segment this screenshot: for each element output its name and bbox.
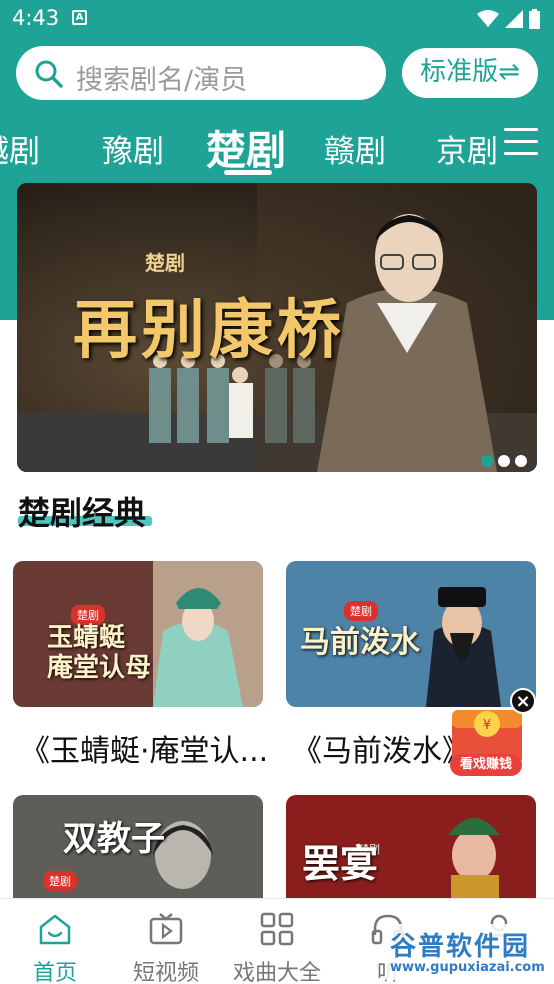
- banner-carousel[interactable]: 楚剧 再别康桥: [17, 183, 537, 472]
- battery-icon: [529, 9, 540, 29]
- card-title[interactable]: 《马前泼水》: [292, 726, 472, 770]
- search-icon: [35, 60, 63, 88]
- banner-dots: [481, 455, 527, 467]
- banner-dot[interactable]: [498, 455, 510, 467]
- notification-icon: A: [72, 10, 87, 25]
- card-thumb-title: 马前泼水: [300, 625, 420, 660]
- video-icon: [149, 913, 183, 945]
- card-thumbnail: 楚剧 玉蜻蜓 庵堂认母: [13, 561, 263, 707]
- grid-icon: [260, 912, 294, 946]
- status-time: 4:43: [12, 6, 60, 30]
- status-icons: [477, 9, 540, 29]
- card-thumb-title: 双教子: [63, 819, 165, 859]
- card-genre-badge: 楚剧: [43, 871, 77, 891]
- search-input[interactable]: 搜索剧名/演员: [16, 46, 386, 100]
- nav-opera-library[interactable]: 戏曲大全: [222, 899, 332, 984]
- reward-label[interactable]: 看戏赚钱: [450, 754, 522, 776]
- wifi-icon: [477, 10, 499, 27]
- card-genre-badge: 楚剧: [71, 605, 105, 625]
- watermark: 谷普软件园 www.gupuxiazai.com: [386, 924, 552, 980]
- nav-home[interactable]: 首页: [0, 899, 110, 984]
- nav-label: 戏曲大全: [232, 961, 321, 984]
- opera-card[interactable]: 楚剧 玉蜻蜓 庵堂认母: [13, 561, 263, 707]
- home-icon: [39, 914, 71, 945]
- card-thumbnail: 楚剧 马前泼水: [286, 561, 536, 707]
- search-placeholder: 搜索剧名/演员: [76, 65, 248, 96]
- tab-yuju[interactable]: 豫剧: [102, 126, 164, 171]
- section-title: 楚剧经典: [18, 494, 147, 532]
- tab-ganju[interactable]: 赣剧: [324, 126, 386, 171]
- close-icon[interactable]: ×: [510, 688, 536, 714]
- banner-title: 再别康桥: [73, 293, 345, 368]
- signal-icon: [505, 10, 523, 28]
- banner-subtitle: 楚剧: [145, 251, 185, 275]
- opera-card[interactable]: 楚剧 罢宴: [286, 795, 536, 898]
- card-thumbnail: 楚剧 罢宴: [286, 795, 536, 898]
- version-toggle-button[interactable]: 标准版⇌: [402, 48, 538, 98]
- opera-card[interactable]: 楚剧 双教子: [13, 795, 263, 898]
- card-thumbnail: 楚剧 双教子: [13, 795, 263, 898]
- nav-label: 短视频: [132, 961, 199, 984]
- opera-category-tabs: 越剧 豫剧 楚剧 赣剧 京剧: [0, 112, 500, 182]
- banner-dot[interactable]: [515, 455, 527, 467]
- watermark-title: 谷普软件园: [390, 932, 531, 962]
- card-title[interactable]: 《玉蜻蜓·庵堂认...: [20, 726, 268, 770]
- nav-short-video[interactable]: 短视频: [111, 899, 221, 984]
- tab-yueju[interactable]: 越剧: [0, 126, 40, 171]
- svg-text:¥: ¥: [483, 718, 491, 733]
- tab-jingju[interactable]: 京剧: [436, 126, 498, 171]
- nav-label: 首页: [32, 961, 77, 984]
- card-thumb-title: 玉蜻蜓 庵堂认母: [47, 623, 152, 683]
- menu-icon[interactable]: [504, 128, 538, 158]
- card-thumb-title: 罢宴: [302, 841, 379, 886]
- tab-chuju[interactable]: 楚剧: [206, 118, 286, 176]
- watermark-url: www.gupuxiazai.com: [390, 960, 545, 975]
- banner-dot[interactable]: [481, 455, 493, 467]
- active-tab-indicator: [224, 170, 272, 175]
- opera-card[interactable]: 楚剧 马前泼水: [286, 561, 536, 707]
- status-bar: 4:43 A: [0, 0, 554, 36]
